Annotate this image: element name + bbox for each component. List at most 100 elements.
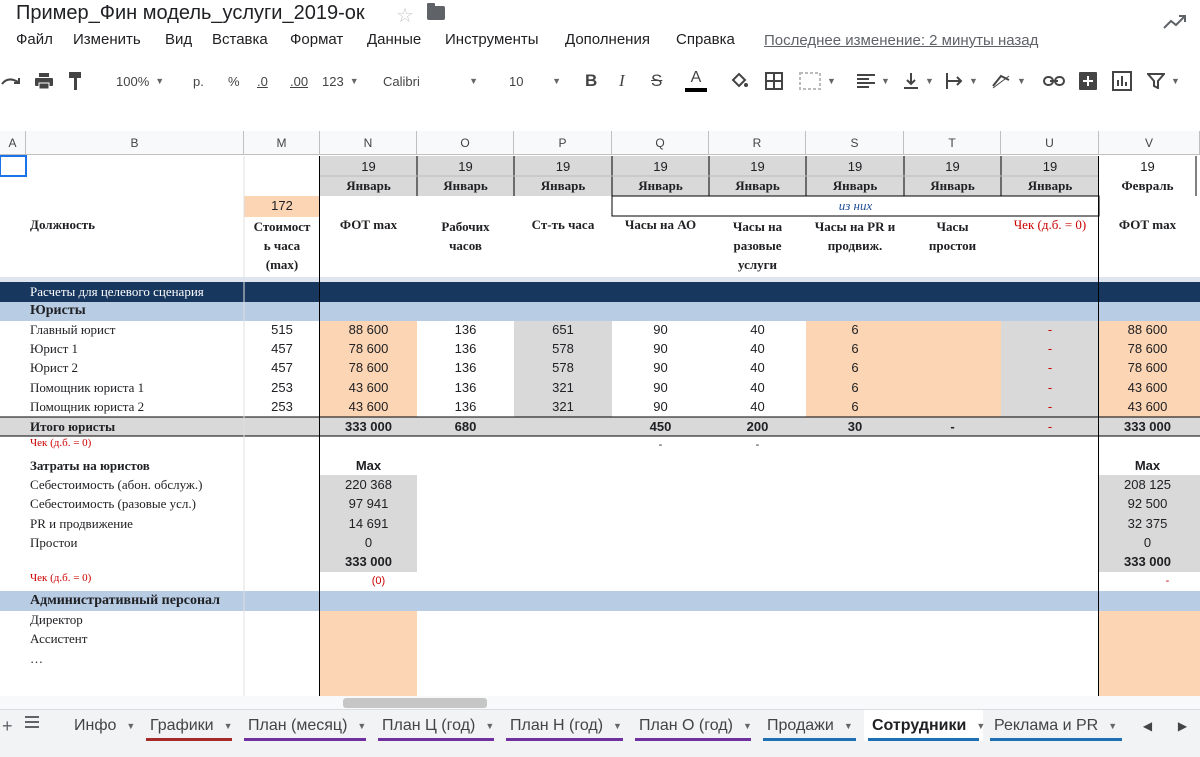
row-cell-o[interactable]: 136 [417, 380, 514, 395]
menu-help[interactable]: Справка [676, 31, 735, 48]
year-r[interactable]: 19 [709, 159, 806, 174]
row-cell-r[interactable]: 40 [709, 341, 806, 356]
row-cell-n[interactable]: 88 600 [320, 322, 417, 337]
zoom-select[interactable]: 100% ▼ [116, 60, 164, 102]
column-header-v[interactable]: V [1099, 131, 1200, 155]
row-cell-p[interactable]: 321 [514, 380, 612, 395]
month-t[interactable]: Январь [904, 178, 1001, 194]
row-cell-v[interactable]: 43 600 [1099, 399, 1196, 414]
text-wrap-icon[interactable]: ▼ [945, 60, 978, 102]
cost-item-name[interactable]: Простои [30, 535, 244, 551]
admin-row-more[interactable]: … [30, 651, 244, 667]
row-cell-v[interactable]: 78 600 [1099, 360, 1196, 375]
bold-button[interactable]: B [585, 60, 597, 102]
row-cell-n[interactable]: 43 600 [320, 380, 417, 395]
year-n[interactable]: 19 [320, 159, 417, 174]
chevron-down-icon[interactable]: ▼ [357, 721, 366, 731]
menu-view[interactable]: Вид [165, 31, 192, 48]
year-u[interactable]: 19 [1001, 159, 1099, 174]
all-sheets-icon[interactable] [24, 714, 40, 735]
row-cell-s[interactable]: 6 [806, 341, 904, 356]
fill-color-icon[interactable] [729, 60, 749, 102]
row-cell-s[interactable]: 6 [806, 380, 904, 395]
last-edit-link[interactable]: Последнее изменение: 2 минуты назад [764, 32, 1038, 49]
chevron-down-icon[interactable]: ▼ [844, 721, 853, 731]
admin-row-director[interactable]: Директор [30, 612, 244, 628]
hours-ao-header[interactable]: Часы на АО [612, 217, 709, 233]
menu-edit[interactable]: Изменить [73, 31, 141, 48]
row-cell-p[interactable]: 651 [514, 322, 612, 337]
chevron-down-icon[interactable]: ▼ [613, 721, 622, 731]
filter-icon[interactable]: ▼ [1147, 60, 1180, 102]
costs-check-n[interactable]: (0) [320, 575, 437, 587]
strikethrough-button[interactable]: S [651, 60, 662, 102]
chevron-down-icon[interactable]: ▼ [126, 721, 135, 731]
sheet-tab[interactable]: Графики ▼ [142, 710, 236, 741]
sheet-tab[interactable]: Сотрудники ▼ [864, 710, 985, 741]
row-cell-n[interactable]: 78 600 [320, 341, 417, 356]
hours-idle-header[interactable]: Часы простои [904, 217, 1001, 255]
row-cell-p[interactable]: 578 [514, 341, 612, 356]
row-cell-q[interactable]: 90 [612, 341, 709, 356]
row-cell-s[interactable]: 6 [806, 399, 904, 414]
row-cell-s[interactable]: 6 [806, 360, 904, 375]
document-title[interactable]: Пример_Фин модель_услуги_2019-ок [16, 2, 365, 25]
row-cell-u[interactable]: - [1001, 322, 1099, 337]
percent-format-button[interactable]: % [228, 60, 240, 102]
hour-cost-header[interactable]: Ст-ть часа [514, 217, 612, 233]
costs-max-v[interactable]: Max [1099, 458, 1196, 473]
align-horizontal-icon[interactable]: ▼ [857, 60, 890, 102]
month-r[interactable]: Январь [709, 178, 806, 194]
sheet-tab[interactable]: План Ц (год) ▼ [374, 710, 498, 741]
row-cell-v[interactable]: 88 600 [1099, 322, 1196, 337]
year-v[interactable]: 19 [1099, 159, 1196, 174]
section-target-scenario[interactable]: Расчеты для целевого сценария [30, 284, 244, 300]
check-header[interactable]: Чек (д.б. = 0) [1001, 217, 1099, 233]
cost-item-name[interactable]: Себестоимость (абон. обслуж.) [30, 477, 244, 493]
sheet-tab[interactable]: Реклама и PR ▼ [986, 710, 1126, 741]
sheet-tab[interactable]: План (месяц) ▼ [240, 710, 370, 741]
chevron-left-icon[interactable]: ◀ [1143, 719, 1152, 733]
work-hours-header[interactable]: Рабочих часов [417, 217, 514, 255]
fot-header-n[interactable]: ФОТ max [320, 217, 417, 233]
menu-addons[interactable]: Дополнения [565, 31, 650, 48]
cost-item-v[interactable]: 208 125 [1099, 477, 1196, 492]
scrollbar-thumb[interactable] [343, 698, 487, 708]
month-q[interactable]: Январь [612, 178, 709, 194]
row-cell-m[interactable]: 253 [244, 380, 320, 395]
hours-once-header[interactable]: Часы на разовые услуги [709, 217, 806, 274]
year-t[interactable]: 19 [904, 159, 1001, 174]
text-color-button[interactable]: A [685, 60, 707, 102]
cost-item-name[interactable]: PR и продвижение [30, 516, 244, 532]
month-o[interactable]: Январь [417, 178, 514, 194]
total-n[interactable]: 333 000 [320, 419, 417, 434]
year-p[interactable]: 19 [514, 159, 612, 174]
column-header-r[interactable]: R [709, 131, 806, 155]
row-cell-m[interactable]: 457 [244, 341, 320, 356]
menu-tools[interactable]: Инструменты [445, 31, 539, 48]
row-cell-u[interactable]: - [1001, 360, 1099, 375]
row-cell-q[interactable]: 90 [612, 399, 709, 414]
column-header-t[interactable]: T [904, 131, 1001, 155]
row-cell-r[interactable]: 40 [709, 360, 806, 375]
cost-hour-header[interactable]: Стоимост ь часа (max) [244, 217, 320, 274]
text-rotation-icon[interactable]: ▼ [991, 60, 1026, 102]
menu-format[interactable]: Формат [290, 31, 343, 48]
costs-title[interactable]: Затраты на юристов [30, 458, 244, 474]
column-header-o[interactable]: O [417, 131, 514, 155]
sheet-tab[interactable]: План О (год) ▼ [631, 710, 755, 741]
row-cell-m[interactable]: 515 [244, 322, 320, 337]
row-cell-o[interactable]: 136 [417, 322, 514, 337]
cost-item-n[interactable]: 14 691 [320, 516, 417, 531]
total-q[interactable]: 450 [612, 419, 709, 434]
sheet-tab[interactable]: Инфо ▼ [66, 710, 138, 741]
column-header-n[interactable]: N [320, 131, 417, 155]
more-formats-select[interactable]: 123 ▼ [322, 60, 359, 102]
chevron-down-icon[interactable]: ▼ [485, 721, 494, 731]
column-header-u[interactable]: U [1001, 131, 1099, 155]
font-size-select[interactable]: 10 ▼ [509, 60, 561, 102]
menu-insert[interactable]: Вставка [212, 31, 268, 48]
row-cell-q[interactable]: 90 [612, 380, 709, 395]
month-p[interactable]: Январь [514, 178, 612, 194]
total-r[interactable]: 200 [709, 419, 806, 434]
